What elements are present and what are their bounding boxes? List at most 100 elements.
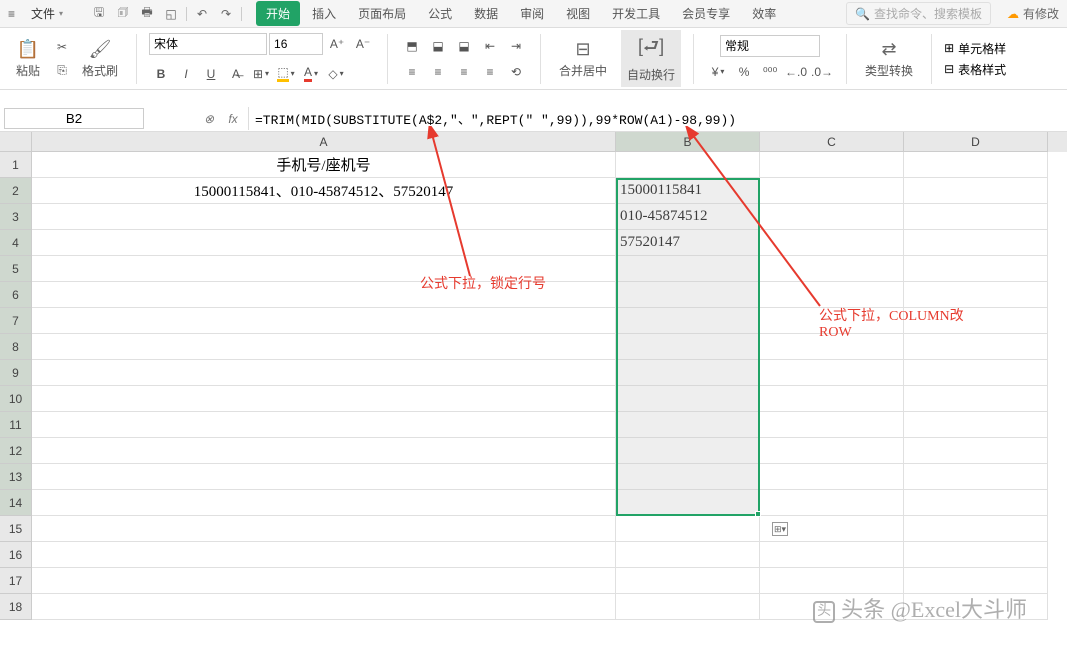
cell[interactable] xyxy=(616,256,760,282)
row-header[interactable]: 14 xyxy=(0,490,32,516)
cell[interactable] xyxy=(616,568,760,594)
cell[interactable] xyxy=(32,464,616,490)
row-header[interactable]: 7 xyxy=(0,308,32,334)
row-header[interactable]: 5 xyxy=(0,256,32,282)
row-header[interactable]: 18 xyxy=(0,594,32,620)
table-style-button[interactable]: ⊟ 表格样式 xyxy=(944,61,1006,78)
align-top-button[interactable]: ⬒ xyxy=(400,35,424,57)
tab-review[interactable]: 审阅 xyxy=(510,1,554,26)
cell[interactable] xyxy=(904,464,1048,490)
increase-indent-button[interactable]: ⇥ xyxy=(504,35,528,57)
cell-C4[interactable] xyxy=(760,230,904,256)
cell-B4[interactable]: 57520147 xyxy=(616,230,760,256)
cell[interactable] xyxy=(760,568,904,594)
align-middle-button[interactable]: ⬓ xyxy=(426,35,450,57)
tab-member[interactable]: 会员专享 xyxy=(672,1,740,26)
decrease-indent-button[interactable]: ⇤ xyxy=(478,35,502,57)
cell[interactable] xyxy=(32,490,616,516)
cell[interactable] xyxy=(616,464,760,490)
cell[interactable] xyxy=(616,334,760,360)
cell[interactable] xyxy=(904,516,1048,542)
align-left-button[interactable]: ≡ xyxy=(400,61,424,83)
tab-efficiency[interactable]: 效率 xyxy=(742,1,786,26)
bold-button[interactable]: B xyxy=(149,63,173,85)
row-header[interactable]: 13 xyxy=(0,464,32,490)
cell[interactable] xyxy=(904,334,1048,360)
tab-view[interactable]: 视图 xyxy=(556,1,600,26)
font-color-button[interactable]: A xyxy=(299,63,323,85)
cell-B1[interactable] xyxy=(616,152,760,178)
cell[interactable] xyxy=(904,568,1048,594)
redo-icon[interactable]: ↷ xyxy=(215,3,237,25)
cell-D4[interactable] xyxy=(904,230,1048,256)
cell-A2[interactable]: 15000115841、010-45874512、57520147 xyxy=(32,178,616,204)
cell[interactable] xyxy=(904,386,1048,412)
type-convert-button[interactable]: ⇄ 类型转换 xyxy=(859,35,919,83)
align-center-button[interactable]: ≡ xyxy=(426,61,450,83)
cell[interactable] xyxy=(32,594,616,620)
name-box[interactable] xyxy=(4,108,144,129)
tab-insert[interactable]: 插入 xyxy=(302,1,346,26)
decrease-font-button[interactable]: A⁻ xyxy=(351,33,375,55)
align-bottom-button[interactable]: ⬓ xyxy=(452,35,476,57)
increase-font-button[interactable]: A⁺ xyxy=(325,33,349,55)
orientation-button[interactable]: ⟲ xyxy=(504,61,528,83)
cell[interactable] xyxy=(760,490,904,516)
cancel-formula-button[interactable]: ⊗ xyxy=(198,108,220,130)
formula-input[interactable]: =TRIM(MID(SUBSTITUTE(A$2,"、",REPT(" ",99… xyxy=(248,107,1067,130)
cell-C3[interactable] xyxy=(760,204,904,230)
tab-page-layout[interactable]: 页面布局 xyxy=(348,1,416,26)
cell[interactable] xyxy=(904,256,1048,282)
print-icon[interactable]: 🖶 xyxy=(136,3,158,25)
row-header[interactable]: 3 xyxy=(0,204,32,230)
cell[interactable] xyxy=(616,438,760,464)
row-header[interactable]: 11 xyxy=(0,412,32,438)
select-all-corner[interactable] xyxy=(0,132,32,152)
row-header[interactable]: 15 xyxy=(0,516,32,542)
row-header[interactable]: 9 xyxy=(0,360,32,386)
cell-D2[interactable] xyxy=(904,178,1048,204)
cell-A4[interactable] xyxy=(32,230,616,256)
cell[interactable] xyxy=(32,412,616,438)
number-format-select[interactable] xyxy=(720,35,820,57)
tab-developer[interactable]: 开发工具 xyxy=(602,1,670,26)
search-box[interactable]: 🔍 查找命令、搜索模板 xyxy=(846,2,991,25)
row-header[interactable]: 12 xyxy=(0,438,32,464)
cell[interactable] xyxy=(32,334,616,360)
row-header[interactable]: 6 xyxy=(0,282,32,308)
italic-button[interactable]: I xyxy=(174,63,198,85)
align-right-button[interactable]: ≡ xyxy=(452,61,476,83)
cell-D1[interactable] xyxy=(904,152,1048,178)
cell[interactable] xyxy=(616,308,760,334)
row-header[interactable]: 4 xyxy=(0,230,32,256)
cell[interactable] xyxy=(32,516,616,542)
cell[interactable] xyxy=(616,542,760,568)
cell[interactable] xyxy=(760,412,904,438)
font-name-select[interactable] xyxy=(149,33,267,55)
underline-button[interactable]: U xyxy=(199,63,223,85)
tab-home[interactable]: 开始 xyxy=(256,1,300,26)
fx-button[interactable]: fx xyxy=(222,108,244,130)
autofill-options-button[interactable]: ⊞▾ xyxy=(772,522,788,536)
col-header-D[interactable]: D xyxy=(904,132,1048,152)
sync-status[interactable]: ☁ 有修改 xyxy=(1007,5,1059,22)
cell[interactable] xyxy=(32,438,616,464)
fill-color-button[interactable]: ⬚ xyxy=(274,63,298,85)
row-header[interactable]: 10 xyxy=(0,386,32,412)
cell[interactable] xyxy=(760,360,904,386)
cell[interactable] xyxy=(32,308,616,334)
cell[interactable] xyxy=(760,386,904,412)
cell-B2[interactable]: 15000115841 xyxy=(616,178,760,204)
tab-data[interactable]: 数据 xyxy=(464,1,508,26)
cell-C2[interactable] xyxy=(760,178,904,204)
cell-A1[interactable]: 手机号/座机号 xyxy=(32,152,616,178)
cell[interactable] xyxy=(616,386,760,412)
cell[interactable] xyxy=(616,594,760,620)
cells-area[interactable]: 手机号/座机号 15000115841、010-45874512、5752014… xyxy=(32,152,1067,620)
cell[interactable] xyxy=(616,282,760,308)
print-preview-icon[interactable]: ◱ xyxy=(160,3,182,25)
strikethrough-button[interactable]: A̶ xyxy=(224,63,248,85)
col-header-B[interactable]: B xyxy=(616,132,760,152)
cell[interactable] xyxy=(616,360,760,386)
increase-decimal-button[interactable]: ←.0 xyxy=(784,61,808,83)
